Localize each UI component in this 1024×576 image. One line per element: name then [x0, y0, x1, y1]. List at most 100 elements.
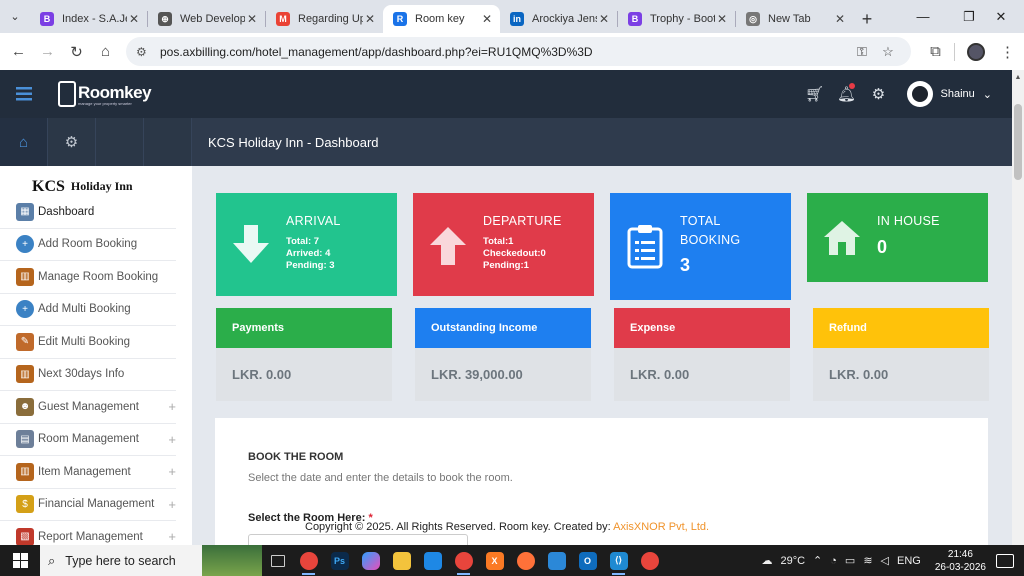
- sidebar-item-edit-multi-booking[interactable]: ✎ Edit Multi Booking: [0, 326, 176, 359]
- payments-card[interactable]: Payments LKR. 0.00: [216, 308, 392, 401]
- tab-close-icon[interactable]: ✕: [715, 12, 729, 26]
- sidebar-item-dashboard[interactable]: ▦ Dashboard: [0, 196, 176, 229]
- tab-close-icon[interactable]: ✕: [127, 12, 141, 26]
- chrome-profile-taskbar-icon[interactable]: [448, 545, 479, 576]
- tab-close-icon[interactable]: ✕: [245, 12, 259, 26]
- notifications-icon[interactable]: [996, 553, 1014, 568]
- copilot-taskbar-icon[interactable]: [355, 545, 386, 576]
- xampp-taskbar-icon[interactable]: X: [479, 545, 510, 576]
- select-room-input[interactable]: [248, 534, 468, 545]
- wifi-icon[interactable]: ≋: [863, 554, 872, 567]
- sidebar-item-manage-room-booking[interactable]: ▥ Manage Room Booking: [0, 261, 176, 294]
- site-info-icon[interactable]: ⚙: [136, 45, 150, 59]
- browser-tab-active[interactable]: R Room key ✕: [383, 5, 500, 33]
- reload-icon[interactable]: ↻: [62, 37, 91, 66]
- sidebar-item-item-management[interactable]: ▥ Item Management +: [0, 456, 176, 489]
- task-view-icon[interactable]: [262, 545, 293, 576]
- tab-close-icon[interactable]: ✕: [833, 12, 847, 26]
- network-icon[interactable]: ◔: [830, 555, 837, 567]
- roomkey-logo[interactable]: Roomkey manage your property smarter: [58, 81, 152, 107]
- tab-search-chevron-icon[interactable]: ⌄: [0, 0, 30, 33]
- tab-close-icon[interactable]: ✕: [363, 12, 377, 26]
- start-button[interactable]: [0, 553, 40, 568]
- extensions-icon[interactable]: ⧉: [921, 37, 950, 66]
- page-scrollbar[interactable]: ▲: [1012, 70, 1024, 545]
- refund-card[interactable]: Refund LKR. 0.00: [813, 308, 989, 401]
- guests-icon: ☻: [16, 397, 34, 416]
- close-window-icon[interactable]: ✕: [978, 0, 1024, 33]
- tab-close-icon[interactable]: ✕: [597, 12, 611, 26]
- forward-icon[interactable]: →: [33, 37, 62, 66]
- departure-card[interactable]: DEPARTURE Total:1 Checkedout:0 Pending:1: [413, 193, 594, 296]
- browser-tab[interactable]: B Trophy - Boot ✕: [618, 5, 735, 33]
- sidebar-item-add-room-booking[interactable]: + Add Room Booking: [0, 229, 176, 261]
- user-name[interactable]: Shainu: [941, 88, 975, 100]
- photos-taskbar-icon[interactable]: [417, 545, 448, 576]
- weather-icon[interactable]: ☁: [761, 554, 772, 567]
- sidebar-item-add-multi-booking[interactable]: + Add Multi Booking: [0, 294, 176, 326]
- settings-tab-icon[interactable]: ⚙: [48, 118, 96, 166]
- clock[interactable]: 21:46 26-03-2026: [935, 548, 986, 574]
- sidebar-item-label: Next 30days Info: [38, 368, 125, 381]
- scrollbar-thumb[interactable]: [1014, 104, 1022, 180]
- tray-chevron-icon[interactable]: ⌃: [813, 554, 822, 567]
- firefox-taskbar-icon[interactable]: [510, 545, 541, 576]
- weather-temp[interactable]: 29°C: [780, 555, 805, 567]
- minimize-icon[interactable]: —: [900, 0, 946, 33]
- scroll-up-icon[interactable]: ▲: [1012, 70, 1024, 84]
- user-avatar[interactable]: [906, 81, 933, 107]
- tab-favicon-icon: R: [393, 12, 407, 26]
- sidebar-item-guest-management[interactable]: ☻ Guest Management +: [0, 391, 176, 424]
- browser-menu-icon[interactable]: ⋮: [993, 37, 1022, 66]
- home-icon[interactable]: ⌂: [91, 37, 120, 66]
- footer-text: Copyright © 2025. All Rights Reserved. R…: [305, 521, 611, 533]
- outstanding-income-card[interactable]: Outstanding Income LKR. 39,000.00: [415, 308, 591, 401]
- hotel-brand: KCS Holiday Inn: [0, 166, 192, 196]
- chrome-taskbar-icon[interactable]: [293, 545, 324, 576]
- browser-tab[interactable]: ⊕ Web Develope ✕: [148, 5, 265, 33]
- bookmark-star-icon[interactable]: ☆: [875, 44, 901, 60]
- sidebar-item-next-30days-info[interactable]: ▥ Next 30days Info: [0, 359, 176, 391]
- battery-icon[interactable]: ▭: [845, 554, 855, 567]
- new-tab-button[interactable]: +: [853, 5, 881, 33]
- key-icon[interactable]: ⚿: [849, 44, 875, 60]
- tab-close-icon[interactable]: ✕: [480, 12, 494, 26]
- total-booking-card[interactable]: TOTAL BOOKING 3: [610, 193, 791, 300]
- profile-avatar[interactable]: [967, 42, 985, 61]
- arrival-card[interactable]: ARRIVAL Total: 7 Arrived: 4 Pending: 3: [216, 193, 397, 296]
- file-explorer-taskbar-icon[interactable]: [386, 545, 417, 576]
- departure-title: DEPARTURE: [483, 214, 562, 228]
- cart-icon[interactable]: 🛒︎: [799, 85, 831, 103]
- home-tab-icon[interactable]: ⌂: [0, 118, 48, 166]
- taskbar-search[interactable]: ⌕ Type here to search: [40, 545, 262, 576]
- expand-plus-icon[interactable]: +: [168, 497, 176, 512]
- address-bar[interactable]: ⚙ pos.axbilling.com/hotel_management/app…: [126, 37, 911, 66]
- back-icon[interactable]: ←: [4, 37, 33, 66]
- browser-tab[interactable]: ◎ New Tab ✕: [736, 5, 853, 33]
- expand-plus-icon[interactable]: +: [168, 399, 176, 414]
- in-house-card[interactable]: IN HOUSE 0: [807, 193, 988, 282]
- expand-plus-icon[interactable]: +: [168, 464, 176, 479]
- browser-tab[interactable]: in Arockiya Jens ✕: [500, 5, 617, 33]
- user-dropdown-chevron-icon[interactable]: ⌄: [983, 88, 992, 101]
- footer-company-link[interactable]: AxisXNOR Pvt, Ltd.: [613, 521, 709, 533]
- expense-card[interactable]: Expense LKR. 0.00: [614, 308, 790, 401]
- chrome-alt-taskbar-icon[interactable]: [634, 545, 665, 576]
- volume-icon[interactable]: ◁: [881, 554, 889, 567]
- settings-gear-icon[interactable]: ⚙: [863, 85, 895, 103]
- sidebar-item-financial-management[interactable]: $ Financial Management +: [0, 489, 176, 521]
- menu-toggle-button[interactable]: [0, 87, 48, 101]
- vscode-taskbar-icon[interactable]: ⟨⟩: [603, 545, 634, 576]
- notification-bell-icon[interactable]: 🔔︎: [831, 83, 863, 103]
- url-text[interactable]: pos.axbilling.com/hotel_management/app/d…: [160, 45, 849, 59]
- sidebar-item-room-management[interactable]: ▤ Room Management +: [0, 424, 176, 456]
- sidebar-item-report-management[interactable]: ▧ Report Management +: [0, 521, 176, 545]
- expand-plus-icon[interactable]: +: [168, 529, 176, 544]
- browser-tab[interactable]: M Regarding Up ✕: [266, 5, 383, 33]
- browser-tab[interactable]: B Index - S.A.Jen ✕: [30, 5, 147, 33]
- expand-plus-icon[interactable]: +: [168, 432, 176, 447]
- language-indicator[interactable]: ENG: [897, 555, 921, 567]
- store-taskbar-icon[interactable]: [541, 545, 572, 576]
- photoshop-taskbar-icon[interactable]: Ps: [324, 545, 355, 576]
- outlook-taskbar-icon[interactable]: O: [572, 545, 603, 576]
